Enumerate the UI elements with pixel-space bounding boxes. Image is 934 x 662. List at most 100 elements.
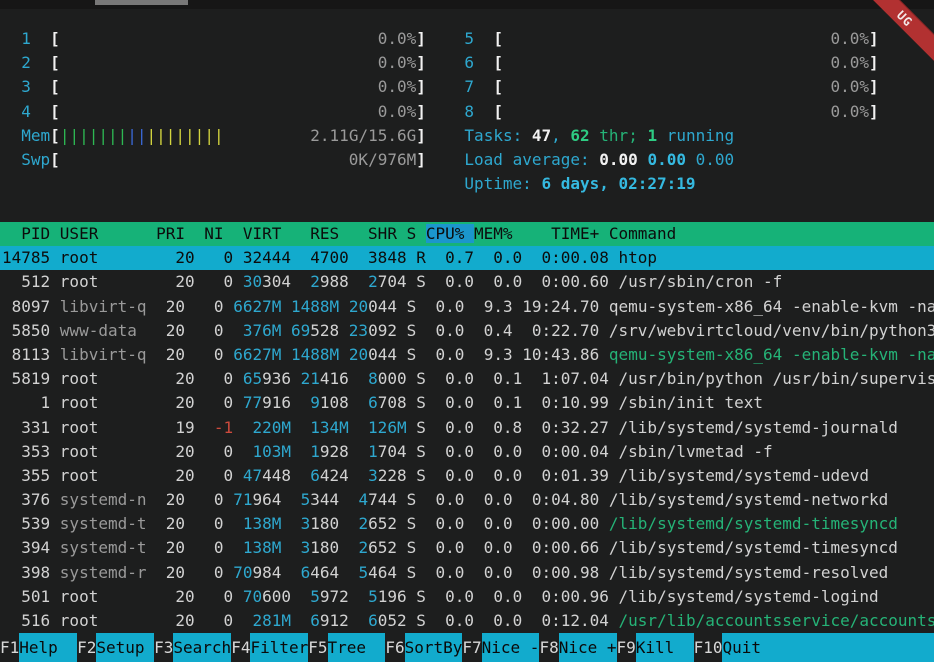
text-segment: 6 [310,611,320,630]
text-segment: 0.0% [830,29,869,48]
process-row-8097[interactable]: 8097 libvirt-q 20 0 6627M 1488M 20044 S … [0,295,934,319]
process-row-8113[interactable]: 8113 libvirt-q 20 0 6627M 1488M 20044 S … [0,343,934,367]
text-segment: 964 [252,490,300,509]
fn-key-f9[interactable]: F9 [617,633,636,662]
fn-label-search[interactable]: Search [173,633,231,662]
text-segment [60,77,378,96]
process-row-14785[interactable]: 14785 root 20 0 32444 4700 3848 R 0.7 0.… [0,246,934,270]
fn-key-f5[interactable]: F5 [308,633,327,662]
text-segment: 704 S 0.0 0.0 0:00.04 /sbin/lvmetad -f [378,442,773,461]
process-table-header[interactable]: PID USER PRI NI VIRT RES SHR S CPU% MEM%… [0,222,934,246]
text-segment [503,29,831,48]
fn-label-quit[interactable]: Quit [722,633,934,662]
process-row-394[interactable]: 394 systemd-t 20 0 138M 3180 2652 S 0.0 … [0,536,934,560]
text-segment: ] [869,77,879,96]
fn-label-tree[interactable]: Tree [328,633,386,662]
process-row-512[interactable]: 512 root 20 0 30304 2988 2704 S 0.0 0.0 … [0,270,934,294]
text-segment: 4 [358,490,368,509]
text-segment: 331 root 19 [2,418,214,437]
fn-key-f1[interactable]: F1 [0,633,19,662]
text-segment [31,29,50,48]
text-segment: [ [50,53,60,72]
text-segment: 70 [233,563,252,582]
fn-label-nice[interactable]: Nice - [482,633,540,662]
fn-label-filter[interactable]: Filter [250,633,308,662]
text-segment: 000 S 0.0 0.1 1:07.04 /usr/bin/python /u… [378,369,934,388]
text-segment: 6 days, 02:27:19 [541,174,695,193]
text-segment: 2 [21,53,31,72]
text-segment: running [657,126,734,145]
text-segment: 5 [368,587,378,606]
fn-key-f2[interactable]: F2 [77,633,96,662]
text-segment: [ [493,77,503,96]
process-row-5819[interactable]: 5819 root 20 0 65936 21416 8000 S 0.0 0.… [0,367,934,391]
process-row-5850[interactable]: 5850 www-data 20 0 376M 69528 23092 S 0.… [0,319,934,343]
text-segment: 972 [320,587,368,606]
cpu-row-4-8: 4 [ 0.0%] 8 [ 0.0%] [0,100,934,124]
fn-label-sortby[interactable]: SortBy [405,633,463,662]
process-row-331[interactable]: 331 root 19 -1 220M 134M 126M S 0.0 0.8 … [0,416,934,440]
process-table: PID USER PRI NI VIRT RES SHR S CPU% MEM%… [0,222,934,633]
text-segment: ] [416,53,426,72]
text-segment: 14785 root 20 0 32444 4700 3848 R 0.7 0.… [2,248,657,267]
fn-key-f3[interactable]: F3 [154,633,173,662]
text-segment: 6 [301,563,311,582]
text-segment: 126M [368,418,407,437]
summary-meters: 1 [ 0.0%] 5 [ 0.0%] 2 [ 0.0%] 6 [ 0.0%] … [0,27,934,196]
text-segment: MEM% TIME+ Command [474,224,934,243]
text-segment: 912 [320,611,368,630]
text-segment: 1488M [291,345,339,364]
fn-key-f6[interactable]: F6 [385,633,404,662]
text-segment [426,150,465,169]
text-segment: 0.00 [696,150,735,169]
text-segment [426,102,465,121]
text-segment [2,77,21,96]
fn-label-help[interactable]: Help [19,633,77,662]
text-segment: Mem [21,126,50,145]
window-tab-fragment[interactable] [95,0,188,5]
text-segment: [ [50,29,60,48]
process-row-355[interactable]: 355 root 20 0 47448 6424 3228 S 0.0 0.0 … [0,464,934,488]
text-segment: 20 0 [147,345,234,364]
text-segment: 0K/976M [349,150,416,169]
fn-key-f10[interactable]: F10 [694,633,723,662]
text-segment: 3 [368,466,378,485]
text-segment: 416 [320,369,368,388]
text-segment: 044 S 0.0 9.3 10:43.86 [368,345,609,364]
text-segment: 376 [2,490,60,509]
text-segment: 355 root 20 0 [2,466,243,485]
process-row-501[interactable]: 501 root 20 0 70600 5972 5196 S 0.0 0.0 … [0,585,934,609]
text-segment [474,77,493,96]
process-row-516[interactable]: 516 root 20 0 281M 6912 6052 S 0.0 0.0 0… [0,609,934,633]
process-row-398[interactable]: 398 systemd-r 20 0 70984 6464 5464 S 0.0… [0,561,934,585]
text-segment: 5 [464,29,474,48]
text-segment: ] [416,126,426,145]
fn-key-f4[interactable]: F4 [231,633,250,662]
fn-key-f7[interactable]: F7 [462,633,481,662]
text-segment: 2 [310,272,320,291]
text-segment [474,53,493,72]
text-segment: 30 [243,272,262,291]
text-segment [31,53,50,72]
fn-label-setup[interactable]: Setup [96,633,154,662]
process-row-376[interactable]: 376 systemd-n 20 0 71964 5344 4744 S 0.0… [0,488,934,512]
fn-key-f8[interactable]: F8 [539,633,558,662]
text-segment: 6 [368,611,378,630]
text-segment: systemd-r [60,563,147,582]
text-segment [60,29,378,48]
text-segment: 916 [262,393,310,412]
fn-label-kill[interactable]: Kill [636,633,694,662]
text-segment: 052 S 0.0 0.0 0:12.04 [378,611,619,630]
process-row-353[interactable]: 353 root 20 0 103M 1928 1704 S 0.0 0.0 0… [0,440,934,464]
text-segment [503,53,831,72]
text-segment: 464 [310,563,358,582]
text-segment: CPU% [426,224,474,243]
process-row-1[interactable]: 1 root 20 0 77916 9108 6708 S 0.0 0.1 0:… [0,391,934,415]
fn-label-nice[interactable]: Nice + [559,633,617,662]
text-segment: 23 [349,321,368,340]
text-segment: 65 [243,369,262,388]
text-segment [60,102,378,121]
process-row-539[interactable]: 539 systemd-t 20 0 138M 3180 2652 S 0.0 … [0,512,934,536]
text-segment [2,126,21,145]
text-segment: 180 [310,514,358,533]
